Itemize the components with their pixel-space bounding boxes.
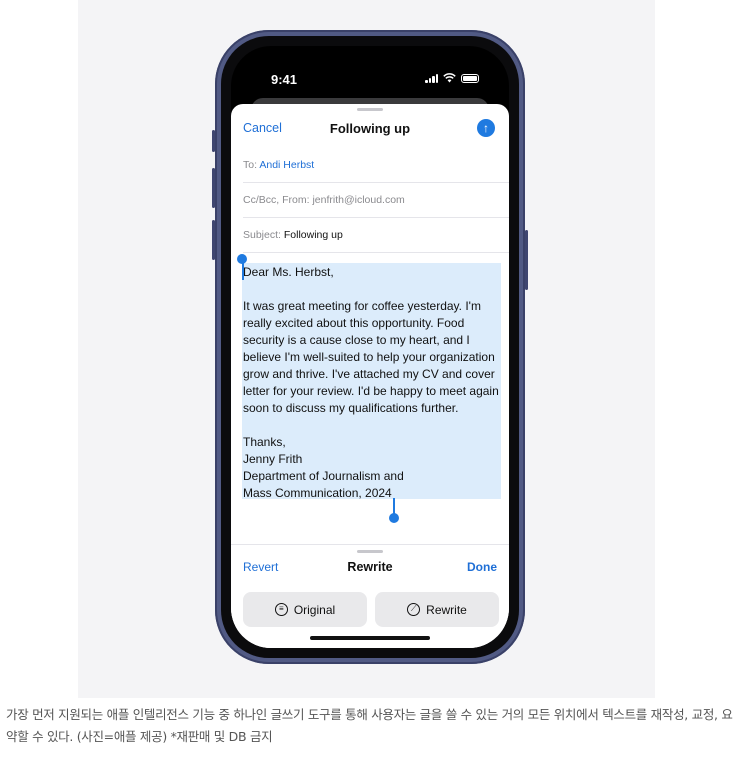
- compose-title: Following up: [329, 121, 411, 136]
- rewrite-icon: ⟋: [407, 603, 421, 616]
- phone-screen: 9:41 Cancel Following up ↑ To: Andi Herb…: [231, 46, 509, 648]
- iphone-frame: 9:41 Cancel Following up ↑ To: Andi Herb…: [212, 30, 528, 664]
- cellular-signal-icon: [425, 73, 438, 83]
- send-button[interactable]: ↑: [477, 119, 495, 137]
- message-body[interactable]: Dear Ms. Herbst, It was great meeting fo…: [231, 254, 509, 544]
- power-button: [525, 230, 528, 290]
- selection-handle-start[interactable]: [237, 254, 247, 264]
- status-bar: 9:41: [231, 46, 509, 104]
- original-button-label: Original: [293, 602, 336, 617]
- message-body-text[interactable]: Dear Ms. Herbst, It was great meeting fo…: [243, 264, 505, 502]
- original-button[interactable]: ≡ Original: [243, 592, 367, 627]
- panel-grabber[interactable]: [357, 550, 383, 553]
- subject-label: Subject:: [243, 229, 281, 241]
- from-address: jenfrith@icloud.com: [312, 194, 405, 206]
- action-button: [212, 130, 215, 152]
- rewrite-button-label: Rewrite: [426, 602, 467, 617]
- to-label: To:: [243, 159, 258, 171]
- home-indicator: [310, 636, 430, 640]
- cc-from-field[interactable]: Cc/Bcc, From: jenfrith@icloud.com: [243, 183, 509, 218]
- selection-caret-start: [242, 262, 244, 280]
- volume-up-button: [212, 168, 215, 208]
- writing-tools-panel: Revert Rewrite Done ≡ Original ⟋ Rewrite: [231, 544, 509, 648]
- sheet-grabber[interactable]: [357, 108, 383, 111]
- compose-nav-bar: Cancel Following up ↑: [231, 112, 509, 146]
- done-button[interactable]: Done: [467, 560, 497, 574]
- wifi-icon: [443, 73, 456, 83]
- status-time: 9:41: [271, 72, 298, 87]
- to-field[interactable]: To: Andi Herbst: [243, 148, 509, 183]
- volume-down-button: [212, 220, 215, 260]
- original-text-icon: ≡: [274, 603, 288, 616]
- arrow-up-icon: ↑: [483, 121, 489, 135]
- mail-compose-sheet: Cancel Following up ↑ To: Andi Herbst Cc…: [231, 104, 509, 648]
- rewrite-button[interactable]: ⟋ Rewrite: [375, 592, 499, 627]
- subject-field[interactable]: Subject: Following up: [243, 218, 509, 253]
- photo-caption: 가장 먼저 지원되는 애플 인텔리전스 기능 중 하나인 글쓰기 도구를 통해 …: [6, 707, 733, 744]
- subject-value[interactable]: Following up: [284, 229, 343, 241]
- cc-from-label: Cc/Bcc, From:: [243, 194, 310, 206]
- battery-icon: [461, 73, 479, 83]
- selection-handle-end[interactable]: [389, 513, 399, 523]
- dynamic-island: [324, 58, 416, 86]
- to-recipient[interactable]: Andi Herbst: [259, 159, 314, 171]
